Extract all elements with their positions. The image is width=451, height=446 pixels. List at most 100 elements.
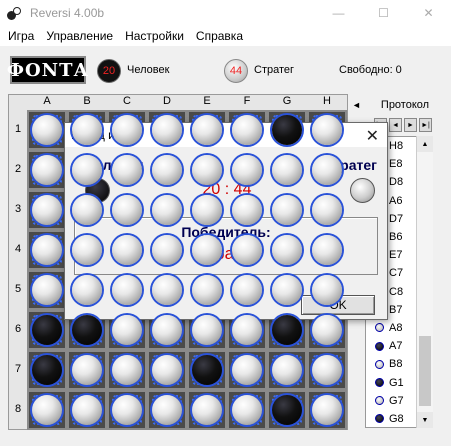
white-disc: [192, 275, 222, 305]
white-disc: [232, 395, 262, 425]
white-disc: [152, 195, 182, 225]
column-label: E: [203, 95, 211, 107]
board-cell[interactable]: [67, 390, 107, 430]
move-text: G8: [389, 412, 404, 425]
white-disc: [192, 235, 222, 265]
move-text: B7: [389, 303, 403, 316]
board-cell[interactable]: [27, 350, 67, 390]
black-disc: [72, 315, 102, 345]
board-cell[interactable]: [267, 390, 307, 430]
strategist-player-label: Стратег: [254, 64, 295, 76]
white-disc: [192, 115, 222, 145]
board-cell[interactable]: [227, 390, 267, 430]
white-disc: [272, 355, 302, 385]
move-text: D8: [389, 176, 404, 189]
white-disc: [312, 395, 342, 425]
white-disc: [32, 395, 62, 425]
board-cell[interactable]: [27, 310, 67, 350]
board-cell[interactable]: [27, 190, 67, 230]
white-disc: [112, 315, 142, 345]
white-disc: [192, 195, 222, 225]
move-text: E7: [389, 249, 403, 262]
prev-move-button[interactable]: ◄: [389, 118, 402, 132]
minimize-button[interactable]: —: [316, 0, 361, 26]
title-bar: Reversi 4.00b — ☐ ✕: [0, 0, 451, 26]
menu-game[interactable]: Игра: [2, 29, 40, 43]
board-cell[interactable]: [27, 150, 67, 190]
board-cell[interactable]: [27, 390, 67, 430]
white-disc: [112, 115, 142, 145]
dialog-close-icon[interactable]: ✕: [366, 126, 379, 146]
board-cell[interactable]: [147, 350, 187, 390]
board-cell[interactable]: [147, 390, 187, 430]
move-text: A6: [389, 194, 403, 207]
scroll-up-arrow[interactable]: ▲: [417, 136, 433, 152]
column-label: G: [282, 95, 292, 107]
white-disc: [112, 155, 142, 185]
move-text: G1: [389, 376, 404, 389]
white-disc: [72, 155, 102, 185]
white-disc: [112, 195, 142, 225]
menu-control[interactable]: Управление: [40, 29, 119, 43]
board-cell[interactable]: [307, 350, 347, 390]
row-label: 1: [14, 123, 22, 135]
human-player-label: Человек: [127, 64, 170, 76]
board-cell[interactable]: [107, 350, 147, 390]
maximize-button[interactable]: ☐: [361, 0, 406, 26]
move-text: C8: [389, 285, 404, 298]
menu-help[interactable]: Справка: [190, 29, 249, 43]
white-disc: [192, 395, 222, 425]
column-label: H: [323, 95, 331, 107]
board-cell[interactable]: [67, 350, 107, 390]
column-label: B: [83, 95, 91, 107]
column-label: D: [163, 95, 171, 107]
white-disc: [32, 275, 62, 305]
board-cell[interactable]: [27, 270, 67, 310]
protocol-header: Протокол: [380, 99, 430, 111]
move-text: E8: [389, 158, 403, 171]
white-disc: [72, 195, 102, 225]
board-cell[interactable]: [307, 390, 347, 430]
white-disc: [112, 395, 142, 425]
white-disc: [152, 395, 182, 425]
white-disc: [112, 235, 142, 265]
move-text: C7: [389, 267, 404, 280]
white-disc: [32, 195, 62, 225]
white-disc: [312, 315, 342, 345]
board-cell[interactable]: [27, 110, 67, 150]
board-cell[interactable]: [187, 350, 227, 390]
move-text: A7: [389, 340, 403, 353]
white-disc: [232, 275, 262, 305]
row-label: 7: [14, 363, 22, 375]
board-cell[interactable]: [227, 350, 267, 390]
next-move-button[interactable]: ►: [404, 118, 417, 132]
row-label: 5: [14, 283, 22, 295]
white-disc: [152, 315, 182, 345]
white-disc: [152, 275, 182, 305]
close-window-button[interactable]: ✕: [406, 0, 451, 26]
column-label: A: [43, 95, 51, 107]
black-disc-icon: [375, 341, 384, 351]
board-cell[interactable]: [267, 350, 307, 390]
last-move-button[interactable]: ►|: [419, 118, 432, 132]
collapse-panel-arrow[interactable]: ◄: [352, 100, 361, 110]
white-disc-icon: [375, 359, 384, 369]
final-score: 20 : 44: [202, 181, 252, 198]
menu-settings[interactable]: Настройки: [119, 29, 190, 43]
free-cells-counter: Свободно: 0: [339, 64, 402, 76]
scroll-thumb[interactable]: [419, 336, 431, 406]
white-disc: [72, 235, 102, 265]
strategist-score-badge: 44: [224, 59, 248, 83]
black-disc: [272, 315, 302, 345]
white-disc: [312, 235, 342, 265]
board-cell[interactable]: [187, 390, 227, 430]
board-cell[interactable]: [27, 230, 67, 270]
menu-bar: Игра Управление Настройки Справка: [0, 26, 451, 46]
board-cell[interactable]: [107, 390, 147, 430]
white-disc: [312, 115, 342, 145]
white-disc: [112, 275, 142, 305]
moves-scrollbar[interactable]: ▲ ▼: [416, 136, 433, 428]
scroll-down-arrow[interactable]: ▼: [417, 412, 433, 428]
window-title: Reversi 4.00b: [30, 6, 105, 20]
white-disc: [152, 115, 182, 145]
